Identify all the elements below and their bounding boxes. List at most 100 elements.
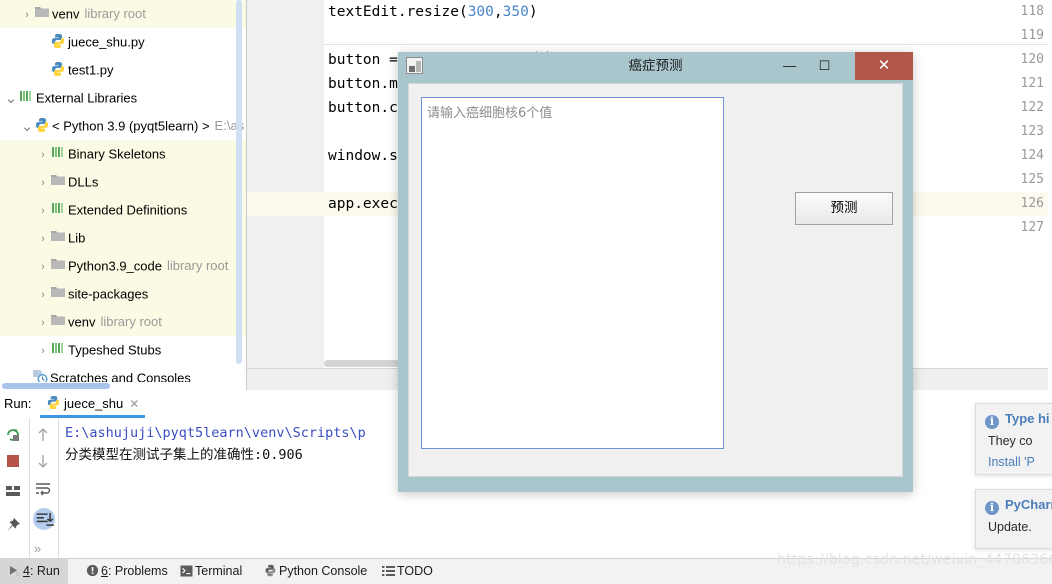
chevron-right-icon[interactable]: › [36, 309, 50, 337]
tree-item-label: juece_shu.py [68, 34, 145, 50]
tool-window-button-pythonconsole[interactable]: Python Console [256, 559, 375, 584]
layout-icon[interactable] [4, 482, 24, 502]
chevron-right-icon[interactable]: › [36, 281, 50, 309]
tree-item-label: test1.py [68, 62, 114, 78]
tree-item-label: Extended Definitions [68, 202, 188, 218]
tree-item-label: site-packages [68, 286, 149, 302]
cell-values-textarea[interactable]: 请输入癌细胞核6个值 [421, 97, 724, 449]
run-tab-juece-shu[interactable]: juece_shu ✕ [40, 390, 146, 418]
tree-item-external-libraries[interactable]: ⌄ External Libraries [0, 84, 246, 112]
rerun-icon[interactable] [4, 426, 24, 446]
tree-item-extended-definitions[interactable]: › Extended Definitions [0, 196, 246, 224]
notification-title: i Type hi [985, 411, 1052, 429]
stop-icon[interactable] [4, 452, 24, 472]
scroll-to-end-icon[interactable] [33, 508, 55, 530]
soft-wrap-icon[interactable] [34, 480, 54, 500]
run-panel-label: Run: [4, 396, 32, 411]
line-number: 122 [1020, 100, 1044, 115]
notification-action-link[interactable]: Install 'P [988, 455, 1052, 469]
line-number: 121 [1020, 76, 1044, 91]
tree-item-typeshed-stubs[interactable]: › Typeshed Stubs [0, 336, 246, 364]
info-icon: i [985, 501, 999, 515]
tree-item-test1-py[interactable]: ›test1.py [0, 56, 246, 84]
tree-item-sublabel: library root [100, 314, 162, 329]
up-arrow-icon[interactable] [34, 426, 54, 446]
chevron-right-icon[interactable]: › [36, 225, 50, 253]
folder-icon [50, 313, 68, 329]
notification-body: Update. [988, 520, 1032, 534]
terminal-icon [180, 561, 195, 584]
chevron-right-icon[interactable]: › [36, 169, 50, 197]
tree-item-label: Python3.9_code [68, 258, 162, 274]
tool-window-button-run[interactable]: 4: Run [0, 559, 68, 584]
editor-rule-line [324, 44, 1052, 45]
tree-item-label: External Libraries [36, 90, 138, 106]
tree-item-label: venv [52, 6, 80, 22]
notification-body: They co [988, 434, 1033, 448]
minimize-button[interactable]: — [772, 52, 807, 80]
chevron-right-icon[interactable]: › [36, 337, 50, 365]
notification-balloon-type-hints[interactable]: i Type hi They co Install 'P [975, 403, 1052, 475]
chevron-right-icon[interactable]: › [36, 253, 50, 281]
chevron-right-icon[interactable]: › [20, 1, 34, 29]
close-button[interactable]: ✕ [855, 52, 913, 80]
folder-icon [50, 285, 68, 301]
tree-item-python-3-9-pyqt5learn[interactable]: ⌄ < Python 3.9 (pyqt5learn) > E:\as [0, 112, 246, 140]
info-icon: i [985, 415, 999, 429]
notification-title: iPyCharm [985, 497, 1052, 515]
down-arrow-icon[interactable] [34, 452, 54, 472]
tool-window-button-label: Terminal [195, 564, 243, 578]
folder-icon [50, 173, 68, 189]
chevron-down-icon[interactable]: ⌄ [20, 117, 34, 137]
project-tree-panel[interactable]: ›venvlibrary root›juece_shu.py›test1.py⌄… [0, 0, 246, 390]
tree-item-venv[interactable]: › venv library root [0, 0, 246, 28]
tool-window-button-label: : Run [29, 564, 60, 578]
python-file-icon [50, 33, 68, 49]
tool-window-button-todo[interactable]: TODO [374, 559, 441, 584]
library-icon [50, 341, 68, 357]
python-file-icon [50, 61, 68, 77]
folder-icon [50, 229, 68, 245]
tool-window-button-problems[interactable]: 6: Problems [78, 559, 176, 584]
chevron-right-icon[interactable]: › [36, 197, 50, 225]
dialog-content: 请输入癌细胞核6个值 预测 [408, 83, 903, 477]
cancer-prediction-dialog[interactable]: 癌症预测 — ☐ ✕ 请输入癌细胞核6个值 预测 [398, 52, 913, 492]
tree-item-label: Typeshed Stubs [68, 342, 162, 358]
predict-button[interactable]: 预测 [795, 192, 893, 225]
tree-item-lib[interactable]: › Lib [0, 224, 246, 252]
tree-item-python3-9-code[interactable]: › Python3.9_code library root [0, 252, 246, 280]
tree-item-dlls[interactable]: › DLLs [0, 168, 246, 196]
tree-item-binary-skeletons[interactable]: › Binary Skeletons [0, 140, 246, 168]
watermark: https://blog.csdn.net/weixin_44786366 [777, 552, 1052, 568]
tree-item-label: venv [68, 314, 96, 330]
tree-item-juece-shu-py[interactable]: ›juece_shu.py [0, 28, 246, 56]
run-toolbar-left-secondary[interactable]: » [29, 418, 57, 558]
dialog-title-bar[interactable]: 癌症预测 — ☐ ✕ [398, 52, 913, 80]
notification-balloon-pycharm-update[interactable]: iPyCharm Update. [975, 489, 1052, 549]
tree-item-site-packages[interactable]: › site-packages [0, 280, 246, 308]
todo-icon [382, 561, 397, 584]
scrollbar-thumb[interactable] [236, 0, 242, 364]
line-number: 124 [1020, 148, 1044, 163]
chevron-down-icon[interactable]: ⌄ [4, 89, 18, 109]
pin-icon[interactable] [4, 516, 24, 536]
shortcut-key: 4 [23, 564, 30, 578]
close-icon[interactable]: ✕ [129, 397, 139, 411]
tool-window-button-terminal[interactable]: Terminal [172, 559, 250, 584]
tree-item-sublabel: library root [84, 6, 146, 21]
tree-item-label: < Python 3.9 (pyqt5learn) > [52, 118, 210, 134]
run-toolbar-left[interactable] [0, 418, 28, 558]
sidebar-horizontal-scrollbar[interactable] [0, 382, 246, 390]
scrollbar-thumb[interactable] [2, 383, 110, 389]
tree-item-venv[interactable]: › venv library root [0, 308, 246, 336]
caret-line-gutter-highlight [247, 192, 324, 216]
library-icon [50, 145, 68, 161]
maximize-button[interactable]: ☐ [807, 52, 842, 80]
expand-icon[interactable]: » [34, 540, 54, 560]
code-line[interactable]: textEdit.resize(300,350) [328, 0, 538, 24]
tree-item-label: Lib [68, 230, 86, 246]
chevron-right-icon[interactable]: › [36, 141, 50, 169]
line-number: 118 [1020, 4, 1044, 19]
sidebar-vertical-scrollbar[interactable] [236, 0, 242, 368]
problems-icon [86, 561, 101, 584]
